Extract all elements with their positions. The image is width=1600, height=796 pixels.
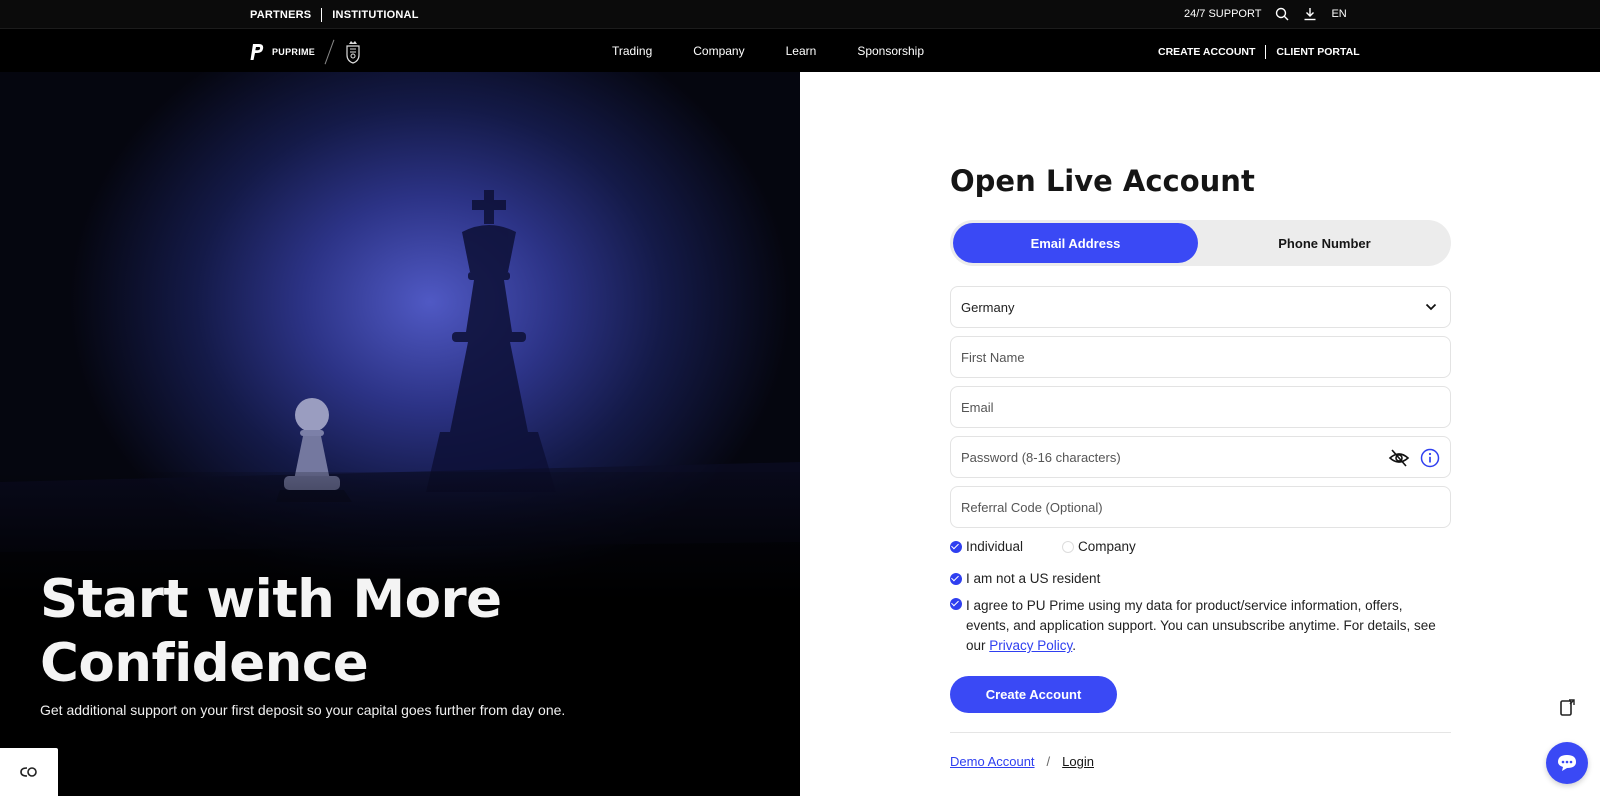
radio-checked-icon xyxy=(950,541,962,553)
country-value: Germany xyxy=(961,299,1015,315)
privacy-policy-link[interactable]: Privacy Policy xyxy=(989,638,1072,653)
password-input[interactable] xyxy=(961,449,1361,465)
divider xyxy=(1265,45,1267,59)
country-select[interactable]: Germany xyxy=(950,286,1451,328)
create-account-link[interactable]: CREATE ACCOUNT xyxy=(1158,46,1255,58)
brand-logo[interactable]: PUPRIME xyxy=(250,39,362,65)
signup-method-tabs: Email Address Phone Number xyxy=(950,220,1451,266)
utility-actions: 24/7 SUPPORT EN xyxy=(1184,7,1347,21)
demo-account-link[interactable]: Demo Account xyxy=(950,754,1035,769)
partners-link[interactable]: PARTNERS xyxy=(250,9,311,21)
search-icon[interactable] xyxy=(1275,7,1289,21)
brand-name: PUPRIME xyxy=(272,47,316,57)
email-input[interactable] xyxy=(961,399,1361,415)
chevron-down-icon xyxy=(1425,303,1437,311)
institutional-link[interactable]: INSTITUTIONAL xyxy=(332,9,418,21)
main-nav: PUPRIME Trading Company Learn Sponsorshi… xyxy=(0,28,1600,72)
logo-divider xyxy=(324,39,335,65)
live-chat-button[interactable] xyxy=(1546,742,1588,784)
primary-menu: Trading Company Learn Sponsorship xyxy=(612,44,924,58)
language-selector[interactable]: EN xyxy=(1331,8,1346,20)
consent-text: I agree to PU Prime using my data for pr… xyxy=(966,598,1436,653)
form-footer-links: Demo Account / Login xyxy=(950,754,1094,769)
support-link[interactable]: 24/7 SUPPORT xyxy=(1184,8,1261,20)
crest-icon xyxy=(346,41,360,64)
account-links: CREATE ACCOUNT CLIENT PORTAL xyxy=(1158,45,1360,59)
checkbox-checked-icon xyxy=(950,573,962,585)
hero-section: Start with More Confidence Get additiona… xyxy=(0,72,800,796)
download-icon[interactable] xyxy=(1303,7,1317,21)
radio-individual[interactable]: Individual xyxy=(950,539,1023,554)
menu-sponsorship[interactable]: Sponsorship xyxy=(857,44,924,58)
utility-bar: PARTNERS INSTITUTIONAL 24/7 SUPPORT EN xyxy=(0,0,1600,28)
client-portal-link[interactable]: CLIENT PORTAL xyxy=(1276,46,1359,58)
form-divider xyxy=(950,732,1451,733)
cookie-icon xyxy=(20,767,37,777)
puprime-logo-icon xyxy=(250,44,264,60)
create-account-button[interactable]: Create Account xyxy=(950,676,1117,713)
hero-subtext: Get additional support on your first dep… xyxy=(40,702,566,718)
signup-panel: Open Live Account Email Address Phone Nu… xyxy=(800,72,1600,796)
us-resident-label: I am not a US resident xyxy=(966,571,1101,586)
info-icon[interactable] xyxy=(1420,448,1440,468)
hero-headline: Start with More Confidence xyxy=(40,569,502,694)
login-link[interactable]: Login xyxy=(1062,754,1094,769)
tab-phone-number[interactable]: Phone Number xyxy=(1202,223,1447,263)
first-name-field xyxy=(950,336,1451,378)
us-resident-checkbox[interactable]: I am not a US resident xyxy=(950,571,1100,586)
divider xyxy=(321,8,323,22)
radio-company[interactable]: Company xyxy=(1062,539,1136,554)
tab-email-address[interactable]: Email Address xyxy=(953,223,1198,263)
utility-links: PARTNERS INSTITUTIONAL xyxy=(250,8,419,22)
first-name-input[interactable] xyxy=(961,349,1361,365)
eye-off-icon[interactable] xyxy=(1388,447,1410,469)
chat-bubble-icon xyxy=(1558,755,1576,771)
form-title: Open Live Account xyxy=(950,164,1255,198)
menu-company[interactable]: Company xyxy=(693,44,744,58)
individual-label: Individual xyxy=(966,539,1024,554)
mobile-app-icon[interactable] xyxy=(1558,699,1576,717)
checkbox-checked-icon xyxy=(950,598,962,610)
referral-code-input[interactable] xyxy=(961,499,1361,515)
menu-learn[interactable]: Learn xyxy=(786,44,817,58)
company-label: Company xyxy=(1078,539,1136,554)
referral-code-field xyxy=(950,486,1451,528)
password-field xyxy=(950,436,1451,478)
cookie-settings-button[interactable] xyxy=(0,748,58,796)
email-field xyxy=(950,386,1451,428)
radio-unchecked-icon xyxy=(1062,541,1074,553)
menu-trading[interactable]: Trading xyxy=(612,44,652,58)
consent-checkbox[interactable]: I agree to PU Prime using my data for pr… xyxy=(950,596,1446,656)
link-separator: / xyxy=(1046,754,1051,769)
